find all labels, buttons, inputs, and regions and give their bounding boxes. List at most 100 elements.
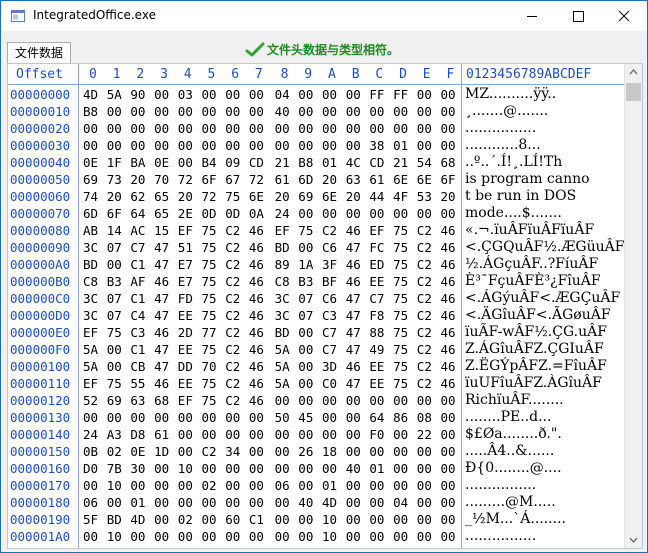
hex-byte[interactable]: 88 <box>369 325 384 340</box>
hex-byte[interactable]: 00 <box>130 121 145 136</box>
hex-byte[interactable]: 00 <box>178 478 193 493</box>
hex-byte[interactable]: 00 <box>322 87 337 102</box>
hex-byte[interactable]: 00 <box>107 495 122 510</box>
hex-byte[interactable]: 20 <box>441 189 456 204</box>
hex-byte[interactable]: 20 <box>275 189 290 204</box>
hex-byte[interactable]: C8 <box>275 274 290 289</box>
hex-byte[interactable]: 00 <box>346 427 361 442</box>
hex-byte[interactable]: 75 <box>393 240 408 255</box>
hex-byte[interactable]: 46 <box>249 274 264 289</box>
hex-byte[interactable]: D8 <box>130 427 145 442</box>
hex-byte[interactable]: 45 <box>298 410 313 425</box>
hex-byte[interactable]: 3C <box>275 308 290 323</box>
hex-byte[interactable]: 00 <box>393 206 408 221</box>
hex-byte[interactable]: 7B <box>107 461 122 476</box>
hex-byte[interactable]: 07 <box>107 291 122 306</box>
hex-byte[interactable]: 00 <box>298 206 313 221</box>
hex-byte[interactable]: EF <box>275 223 290 238</box>
hex-byte[interactable]: C2 <box>417 240 432 255</box>
hex-byte[interactable]: 00 <box>441 461 456 476</box>
hex-byte[interactable]: 00 <box>202 87 217 102</box>
hex-byte[interactable]: C2 <box>225 257 240 272</box>
hex-byte[interactable]: 46 <box>249 223 264 238</box>
hex-byte[interactable]: 00 <box>322 138 337 153</box>
hex-byte[interactable]: 00 <box>441 87 456 102</box>
hex-byte[interactable]: 07 <box>298 291 313 306</box>
hex-byte[interactable]: 00 <box>298 529 313 544</box>
hex-byte[interactable]: 65 <box>154 189 169 204</box>
hex-byte[interactable]: 68 <box>441 155 456 170</box>
hex-byte[interactable]: 00 <box>298 87 313 102</box>
hex-byte[interactable]: 61 <box>369 172 384 187</box>
hex-byte[interactable]: 00 <box>202 121 217 136</box>
hex-byte[interactable]: 6E <box>417 172 432 187</box>
hex-byte[interactable]: 00 <box>249 461 264 476</box>
hex-byte[interactable]: 21 <box>393 155 408 170</box>
hex-byte[interactable]: 00 <box>369 478 384 493</box>
hex-byte[interactable]: C2 <box>417 325 432 340</box>
hex-byte[interactable]: 64 <box>130 206 145 221</box>
hex-byte[interactable]: B4 <box>202 155 217 170</box>
hex-byte[interactable]: 89 <box>275 257 290 272</box>
hex-byte[interactable]: 00 <box>249 495 264 510</box>
hex-byte[interactable]: 00 <box>441 495 456 510</box>
hex-byte[interactable]: 00 <box>369 512 384 527</box>
hex-byte[interactable]: 00 <box>130 529 145 544</box>
hex-byte[interactable]: 10 <box>322 529 337 544</box>
hex-byte[interactable]: 00 <box>417 512 432 527</box>
hex-byte[interactable]: 00 <box>178 104 193 119</box>
hex-byte[interactable]: 00 <box>225 87 240 102</box>
hex-byte[interactable]: 00 <box>369 495 384 510</box>
hex-byte[interactable]: 00 <box>322 393 337 408</box>
hex-byte[interactable]: 86 <box>393 410 408 425</box>
hex-byte[interactable]: 04 <box>393 495 408 510</box>
hex-byte[interactable]: EE <box>178 342 193 357</box>
hex-byte[interactable]: 46 <box>249 240 264 255</box>
hex-byte[interactable]: 00 <box>154 478 169 493</box>
hex-byte[interactable]: 75 <box>107 325 122 340</box>
hex-byte[interactable]: 46 <box>346 223 361 238</box>
hex-byte[interactable]: 03 <box>178 87 193 102</box>
hex-byte[interactable]: 00 <box>369 104 384 119</box>
hex-byte[interactable]: C2 <box>417 359 432 374</box>
hex-byte[interactable]: 46 <box>249 376 264 391</box>
hex-byte[interactable]: 22 <box>417 427 432 442</box>
hex-byte[interactable]: EF <box>178 223 193 238</box>
hex-byte[interactable]: 02 <box>107 444 122 459</box>
hex-byte[interactable]: 63 <box>130 393 145 408</box>
hex-byte[interactable]: 00 <box>298 359 313 374</box>
hex-byte[interactable]: 00 <box>417 444 432 459</box>
hex-byte[interactable]: 00 <box>225 104 240 119</box>
hex-byte[interactable]: D0 <box>83 461 98 476</box>
hex-byte[interactable]: 00 <box>346 206 361 221</box>
hex-byte[interactable]: EE <box>369 359 384 374</box>
hex-byte[interactable]: ED <box>369 257 384 272</box>
hex-byte[interactable]: 00 <box>225 121 240 136</box>
hex-byte[interactable]: FF <box>369 87 384 102</box>
hex-byte[interactable]: 46 <box>154 274 169 289</box>
hex-byte[interactable]: 62 <box>130 189 145 204</box>
hex-byte[interactable]: 00 <box>130 104 145 119</box>
hex-byte[interactable]: 07 <box>107 240 122 255</box>
hex-byte[interactable]: 00 <box>369 529 384 544</box>
hex-byte[interactable]: 18 <box>322 444 337 459</box>
hex-byte[interactable]: 1F <box>107 155 122 170</box>
hex-byte[interactable]: 46 <box>249 308 264 323</box>
hex-byte[interactable]: EE <box>178 308 193 323</box>
hex-byte[interactable]: 00 <box>154 87 169 102</box>
hex-byte[interactable]: C3 <box>322 308 337 323</box>
hex-byte[interactable]: 73 <box>107 172 122 187</box>
hex-byte[interactable]: 00 <box>441 393 456 408</box>
scroll-up-icon[interactable] <box>625 64 642 81</box>
hex-byte[interactable]: C7 <box>322 325 337 340</box>
hex-byte[interactable]: 5A <box>275 342 290 357</box>
hex-byte[interactable]: 00 <box>346 410 361 425</box>
hex-byte[interactable]: 3C <box>83 240 98 255</box>
hex-byte[interactable]: 46 <box>346 257 361 272</box>
hex-byte[interactable]: 00 <box>417 87 432 102</box>
hex-byte[interactable]: 00 <box>393 393 408 408</box>
hex-byte[interactable]: 00 <box>417 495 432 510</box>
hex-byte[interactable]: F8 <box>369 308 384 323</box>
hex-byte[interactable]: C0 <box>322 376 337 391</box>
hex-byte[interactable]: 00 <box>178 410 193 425</box>
